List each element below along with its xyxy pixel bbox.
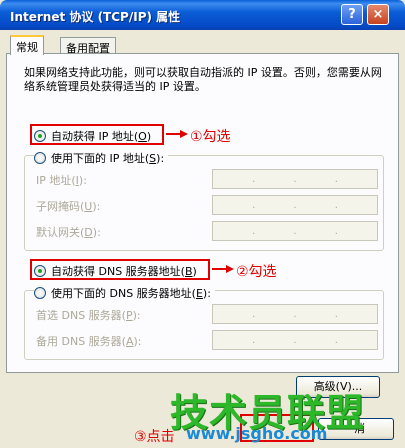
- radio-auto-ip[interactable]: 自动获得 IP 地址(O): [34, 128, 151, 144]
- alternate-dns-field[interactable]: ...: [212, 330, 378, 350]
- subnet-mask-label: 子网掩码(U):: [36, 200, 101, 213]
- default-gateway-label: 默认网关(D):: [36, 226, 101, 239]
- radio-auto-ip-label: 自动获得 IP 地址(O): [51, 130, 152, 143]
- close-button[interactable]: ×: [367, 4, 389, 25]
- watermark-url: www.jsgho.com: [186, 424, 328, 443]
- preferred-dns-field[interactable]: ...: [212, 304, 378, 324]
- radio-dot-unselected: [34, 287, 46, 299]
- radio-auto-dns[interactable]: 自动获得 DNS 服务器地址(B): [34, 263, 197, 279]
- arrow-right-icon: [212, 265, 234, 273]
- radio-dot-selected: [34, 130, 46, 142]
- radio-manual-dns-label: 使用下面的 DNS 服务器地址(E):: [51, 287, 211, 300]
- annotation-step1: ①勾选: [190, 129, 231, 145]
- annotation-step2: ②勾选: [236, 264, 277, 280]
- annotation-step3: ③点击: [134, 429, 175, 445]
- radio-dot-selected: [34, 265, 46, 277]
- arrow-right-icon: [166, 130, 188, 138]
- title-bar: Internet 协议 (TCP/IP) 属性 ? ×: [0, 0, 405, 30]
- radio-dot-unselected: [34, 152, 46, 164]
- description-text: 如果网络支持此功能，则可以获取自动指派的 IP 设置。否则，您需要从网络系统管理…: [24, 66, 382, 93]
- radio-manual-ip[interactable]: 使用下面的 IP 地址(S):: [34, 150, 169, 166]
- help-button[interactable]: ?: [341, 4, 363, 25]
- radio-manual-ip-label: 使用下面的 IP 地址(S):: [51, 152, 165, 165]
- radio-auto-dns-label: 自动获得 DNS 服务器地址(B): [51, 265, 197, 278]
- ip-address-field[interactable]: ...: [212, 169, 378, 189]
- ip-address-label: IP 地址(I):: [36, 174, 87, 187]
- radio-manual-dns[interactable]: 使用下面的 DNS 服务器地址(E):: [34, 285, 215, 301]
- subnet-mask-field[interactable]: ...: [212, 195, 378, 215]
- alternate-dns-label: 备用 DNS 服务器(A):: [36, 335, 142, 348]
- default-gateway-field[interactable]: ...: [212, 221, 378, 241]
- tab-general[interactable]: 常规: [10, 35, 44, 55]
- preferred-dns-label: 首选 DNS 服务器(P):: [36, 309, 141, 322]
- window-title: Internet 协议 (TCP/IP) 属性: [10, 10, 181, 24]
